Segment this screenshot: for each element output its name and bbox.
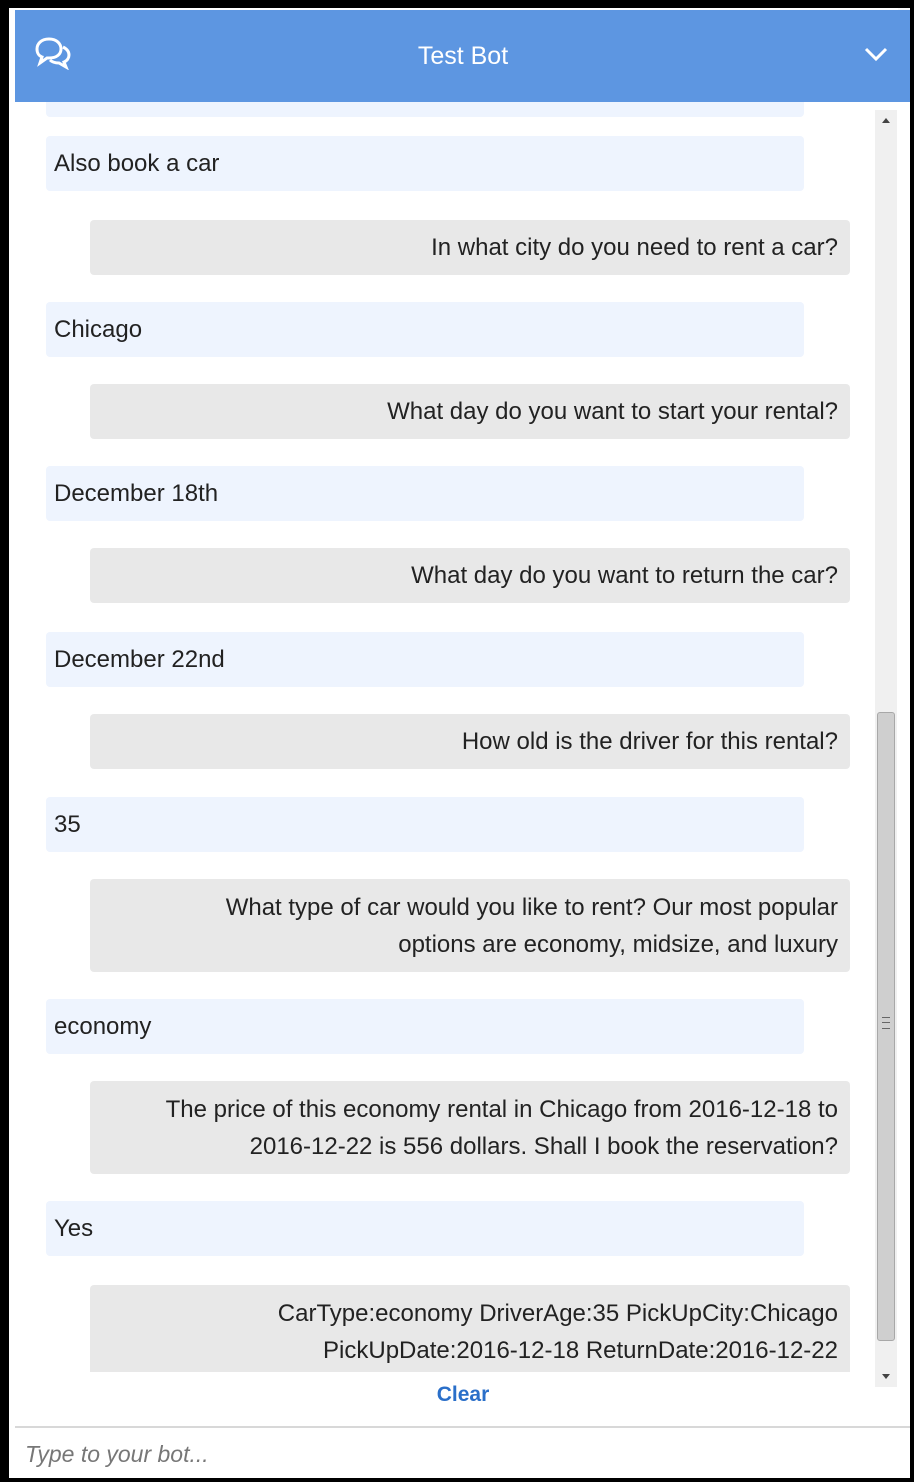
chevron-down-icon[interactable] bbox=[863, 44, 889, 64]
bot-message-line: PickUpDate:2016-12-18 ReturnDate:2016-12… bbox=[323, 1337, 838, 1364]
bot-message: In what city do you need to rent a car? bbox=[90, 220, 850, 275]
bot-message-line: CarType:economy DriverAge:35 PickUpCity:… bbox=[277, 1300, 838, 1327]
bot-message: How old is the driver for this rental? bbox=[90, 714, 850, 769]
bot-message-line: The price of this economy rental in Chic… bbox=[165, 1096, 838, 1123]
bot-message: What type of car would you like to rent?… bbox=[90, 879, 850, 972]
user-message-partial bbox=[46, 102, 804, 117]
frame-left bbox=[0, 0, 9, 1482]
bot-message: The price of this economy rental in Chic… bbox=[90, 1081, 850, 1174]
user-message: Chicago bbox=[46, 302, 804, 357]
message-list[interactable]: Also book a car In what city do you need… bbox=[15, 102, 911, 1372]
user-message: economy bbox=[46, 999, 804, 1054]
clear-button[interactable]: Clear bbox=[15, 1383, 911, 1407]
scroll-thumb[interactable] bbox=[877, 712, 895, 1341]
input-bar bbox=[15, 1426, 911, 1480]
bot-message: What day do you want to start your renta… bbox=[90, 384, 850, 439]
user-message: December 18th bbox=[46, 466, 804, 521]
scrollbar[interactable] bbox=[875, 110, 897, 1387]
frame-bottom bbox=[0, 1478, 914, 1482]
user-message: Also book a car bbox=[46, 136, 804, 191]
bot-message: CarType:economy DriverAge:35 PickUpCity:… bbox=[90, 1285, 850, 1372]
frame-right bbox=[910, 0, 914, 1482]
chat-header: Test Bot bbox=[15, 10, 911, 102]
user-message: December 22nd bbox=[46, 632, 804, 687]
frame-top bbox=[0, 0, 914, 8]
bot-message-line: 2016-12-22 is 556 dollars. Shall I book … bbox=[249, 1133, 838, 1160]
bot-message-line: What type of car would you like to rent?… bbox=[225, 894, 838, 921]
user-message: 35 bbox=[46, 797, 804, 852]
user-message: Yes bbox=[46, 1201, 804, 1256]
bot-message: What day do you want to return the car? bbox=[90, 548, 850, 603]
message-input[interactable] bbox=[23, 1432, 887, 1476]
scroll-grip-icon bbox=[882, 1017, 890, 1029]
chat-title: Test Bot bbox=[417, 42, 509, 70]
scroll-up-arrow-icon[interactable] bbox=[875, 110, 897, 132]
chat-window: Test Bot Also book a car In what city do… bbox=[15, 10, 911, 1480]
bot-message-line: options are economy, midsize, and luxury bbox=[398, 931, 838, 958]
